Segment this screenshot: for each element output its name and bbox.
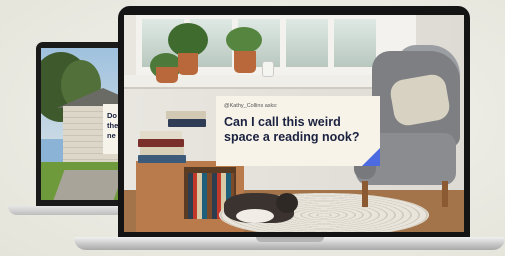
book-stack xyxy=(168,119,206,127)
accent-corner xyxy=(362,148,380,166)
post-question: Can I call this weird space a reading no… xyxy=(224,115,360,144)
cat-belly xyxy=(236,209,274,223)
book-stack xyxy=(140,131,182,139)
window-pane xyxy=(334,19,376,67)
chair-leg xyxy=(442,181,448,207)
front-laptop-screen: @Kathy_Collins asks: Can I call this wei… xyxy=(124,15,464,232)
chair-leg xyxy=(362,181,368,207)
post-card: @Kathy_Collins asks: Can I call this wei… xyxy=(216,96,380,166)
front-laptop-bezel: @Kathy_Collins asks: Can I call this wei… xyxy=(118,6,470,238)
plant-pot xyxy=(178,53,198,75)
book-stack xyxy=(166,111,206,119)
plant-pot xyxy=(156,67,178,83)
book-stack xyxy=(138,155,186,163)
front-laptop: @Kathy_Collins asks: Can I call this wei… xyxy=(74,6,505,254)
plant xyxy=(226,27,262,53)
cat-head xyxy=(276,193,298,213)
window-pane xyxy=(286,19,328,67)
book-stack xyxy=(138,139,184,147)
post-handle: @Kathy_Collins asks: xyxy=(224,103,278,109)
front-laptop-notch xyxy=(256,237,324,242)
plant-pot xyxy=(234,51,256,73)
book-stack xyxy=(140,147,184,155)
vase xyxy=(262,61,274,77)
plant xyxy=(168,23,208,57)
